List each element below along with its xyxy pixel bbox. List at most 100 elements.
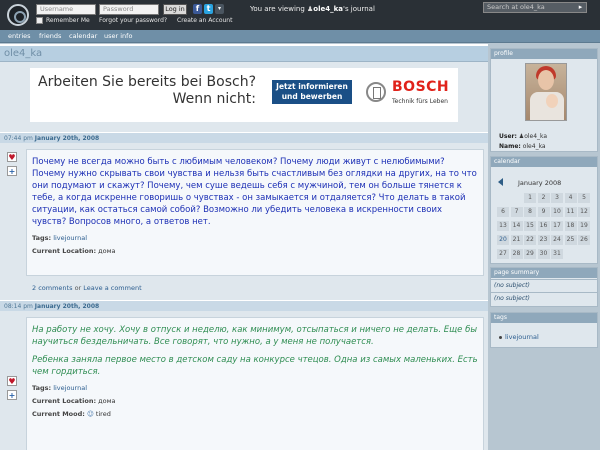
calendar-day[interactable]: 17 [551, 221, 563, 231]
twitter-icon[interactable]: t [204, 4, 213, 14]
ad-button-line-2: und bewerben [281, 92, 343, 101]
journal-search-input[interactable]: Search at ole4_ka [483, 2, 587, 13]
entry-header: 08:14 pm January 20th, 2008 [0, 300, 488, 311]
calendar-day[interactable]: 29 [524, 249, 536, 259]
nav-item-friends[interactable]: friends [39, 32, 61, 40]
viewing-suffix: 's journal [343, 5, 375, 13]
create-account-link[interactable]: Create an Account [177, 17, 232, 24]
calendar-day[interactable]: 5 [578, 193, 590, 203]
entry-meta: Tags: livejournal Current Location: дома… [32, 383, 478, 420]
calendar-box: calendar January 2008 1 2 3 4 5 6 7 8 9 10 11 12 13 1… [490, 156, 598, 264]
calendar-day[interactable]: 10 [551, 207, 563, 217]
avatar[interactable] [525, 63, 567, 121]
summary-item[interactable]: (no subject) [491, 292, 597, 304]
journal-nav: entries friends calendar user info [0, 30, 600, 43]
calendar-day[interactable]: 26 [578, 235, 590, 245]
calendar-day[interactable]: 9 [537, 207, 550, 217]
journal-title[interactable]: ole4_ka [0, 44, 488, 62]
entry-meta: Tags: livejournal Current Location: дома [32, 233, 478, 257]
journal-entry: 07:44 pm January 20th, 2008 ♥ + Почему н… [0, 132, 488, 300]
calendar-day[interactable]: 27 [497, 249, 509, 259]
profile-header: profile [491, 49, 597, 59]
calendar-day[interactable]: 19 [578, 221, 590, 231]
calendar-day[interactable]: 15 [524, 221, 536, 231]
entry-text: Почему не всегда можно быть с любимым че… [32, 157, 477, 227]
remember-me-label: Remember Me [46, 17, 90, 24]
page-summary-box: page summary (no subject) (no subject) [490, 267, 598, 307]
calendar-day[interactable]: 25 [564, 235, 577, 245]
calendar-day[interactable]: 7 [510, 207, 523, 217]
add-to-memories-heart-icon[interactable]: ♥ [7, 376, 17, 386]
calendar-day[interactable]: 20 [497, 235, 509, 245]
search-go-icon[interactable]: ▸ [576, 3, 585, 12]
login-button[interactable]: Log in [163, 4, 187, 15]
calendar-day[interactable]: 2 [537, 193, 550, 203]
calendar-day[interactable]: 18 [564, 221, 577, 231]
tag-link-livejournal[interactable]: livejournal [53, 384, 87, 392]
entry-date-link[interactable]: January 20th, 2008 [35, 135, 99, 142]
calendar-day[interactable]: 31 [551, 249, 563, 259]
nav-item-entries[interactable]: entries [8, 32, 31, 40]
calendar-day[interactable]: 28 [510, 249, 523, 259]
calendar-day[interactable]: 13 [497, 221, 509, 231]
track-entry-plus-icon[interactable]: + [7, 390, 17, 400]
calendar-day[interactable]: 21 [510, 235, 523, 245]
calendar-day[interactable]: 14 [510, 221, 523, 231]
bosch-logo: BOSCH Technik fürs Leben [366, 76, 450, 112]
tired-mood-icon: ☺ [86, 410, 94, 418]
calendar-header: calendar [491, 157, 597, 167]
entry-header: 07:44 pm January 20th, 2008 [0, 132, 488, 143]
entry-date-link[interactable]: January 20th, 2008 [35, 303, 99, 310]
add-to-memories-heart-icon[interactable]: ♥ [7, 152, 17, 162]
page-summary-header: page summary [491, 268, 597, 278]
tag-link-livejournal[interactable]: livejournal [53, 234, 87, 242]
forgot-password-link[interactable]: Forgot your password? [99, 17, 167, 24]
profile-user-row: User: ♟ole4_ka [499, 133, 547, 140]
comments-link[interactable]: 2 comments [32, 284, 72, 292]
profile-name-value: ole4_ka [522, 143, 546, 150]
track-entry-plus-icon[interactable]: + [7, 166, 17, 176]
calendar-day[interactable]: 1 [524, 193, 536, 203]
calendar-day[interactable]: 30 [537, 249, 550, 259]
sidebar-tag-livejournal[interactable]: livejournal [499, 333, 539, 341]
livejournal-logo-icon[interactable] [7, 4, 29, 26]
ad-headline-line-1: Arbeiten Sie bereits bei Bosch? [38, 74, 256, 90]
calendar-day[interactable]: 3 [551, 193, 563, 203]
profile-name-row: Name: ole4_ka [499, 143, 546, 150]
summary-item[interactable]: (no subject) [491, 279, 597, 291]
leave-comment-link[interactable]: Leave a comment [83, 284, 141, 292]
entry-time: 08:14 pm [4, 303, 33, 310]
calendar-prev-arrow-icon[interactable] [498, 178, 503, 186]
calendar-day[interactable]: 23 [537, 235, 550, 245]
entry-text-paragraph-2: Ребенка заняла первое место в детском са… [32, 355, 478, 377]
bosch-ad-banner[interactable]: Arbeiten Sie bereits bei Bosch? Wenn nic… [30, 68, 458, 122]
entry-text-paragraph-1: На работу не хочу. Хочу в отпуск и недел… [32, 325, 478, 347]
password-input[interactable]: Password [99, 4, 159, 15]
calendar-day[interactable]: 8 [524, 207, 536, 217]
username-input[interactable]: Username [36, 4, 96, 15]
bosch-brand: BOSCH [392, 79, 450, 95]
facebook-icon[interactable]: f [193, 4, 202, 14]
mood-label: Current Mood: [32, 410, 85, 418]
nav-item-user-info[interactable]: user info [104, 32, 132, 40]
calendar-day[interactable]: 24 [551, 235, 563, 245]
nav-item-calendar[interactable]: calendar [69, 32, 97, 40]
profile-user-link[interactable]: ole4_ka [524, 133, 547, 140]
bosch-tagline: Technik fürs Leben [392, 98, 448, 105]
calendar-day[interactable]: 16 [537, 221, 550, 231]
more-options-chevron-icon[interactable]: ▾ [215, 4, 224, 14]
ad-headline: Arbeiten Sie bereits bei Bosch? Wenn nic… [16, 74, 256, 108]
calendar-day[interactable]: 11 [564, 207, 577, 217]
avatar-child-face [546, 94, 558, 108]
calendar-day[interactable]: 4 [564, 193, 577, 203]
calendar-day[interactable]: 22 [524, 235, 536, 245]
calendar-day[interactable]: 12 [578, 207, 590, 217]
viewing-user-link[interactable]: ole4_ka [313, 5, 343, 13]
calendar-day[interactable]: 6 [497, 207, 509, 217]
calendar-month[interactable]: January 2008 [518, 179, 561, 187]
remember-me-checkbox[interactable] [36, 17, 43, 24]
sidebar: profile User: ♟ole4_ka Name: ole4_ka cal… [488, 44, 600, 450]
viewing-journal-text: You are viewing ♟ole4_ka's journal [250, 5, 375, 13]
ad-apply-button[interactable]: Jetzt informieren und bewerben [272, 80, 352, 104]
avatar-face [538, 70, 554, 90]
